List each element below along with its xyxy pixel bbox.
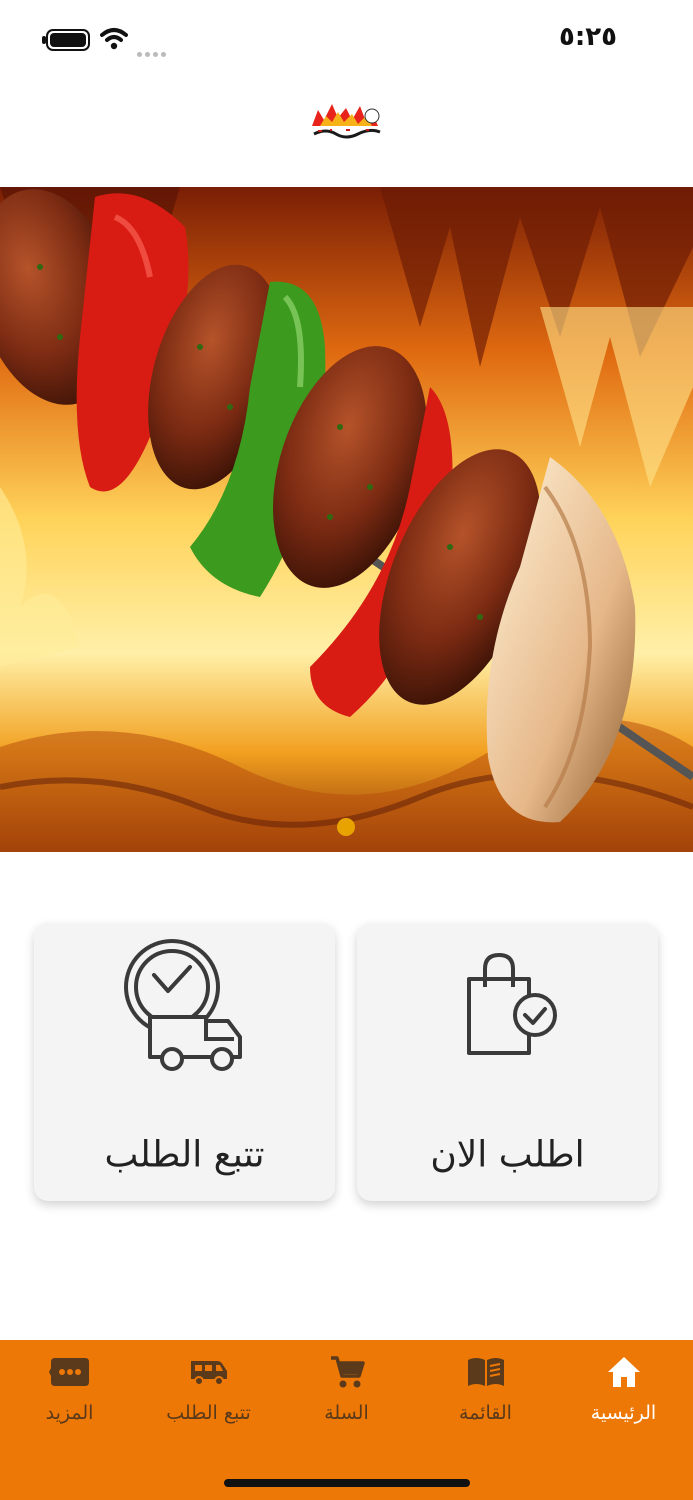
nav-label-more: المزيد (45, 1402, 94, 1424)
nav-item-cart[interactable]: السلة (277, 1340, 416, 1440)
status-bar: ٥:٢٥ (0, 0, 693, 80)
track-order-card[interactable]: تتبع الطلب (34, 923, 335, 1201)
clock-truck-icon (34, 931, 335, 1081)
order-now-label: اطلب الان (430, 1134, 585, 1176)
bottom-navigation: الرئيسية القائمة السلة تتبع الطلب المزيد (0, 1340, 693, 1500)
wifi-icon (100, 28, 128, 50)
home-icon (554, 1352, 693, 1392)
track-order-label: تتبع الطلب (104, 1134, 265, 1176)
nav-item-track-order[interactable]: تتبع الطلب (139, 1340, 278, 1440)
status-time: ٥:٢٥ (558, 22, 617, 52)
battery-icon (46, 29, 90, 51)
delivery-van-icon (139, 1352, 278, 1392)
nav-label-menu: القائمة (459, 1402, 512, 1424)
carousel-page-indicator[interactable] (337, 818, 355, 836)
signal-icon (137, 42, 171, 57)
order-now-card[interactable]: اطلب الان (357, 923, 658, 1201)
cart-icon (277, 1352, 416, 1392)
restaurant-logo (310, 104, 382, 139)
kebab-skewer-image (0, 187, 693, 852)
shopping-bag-check-icon (357, 931, 658, 1081)
nav-label-home: الرئيسية (590, 1402, 657, 1424)
home-indicator[interactable] (224, 1479, 470, 1487)
more-icon (0, 1352, 139, 1392)
home-screen: ٥:٢٥ تتبع الطلب اطلب الان الرئيسية القائ… (0, 0, 693, 1500)
hero-banner[interactable] (0, 187, 693, 852)
menu-book-icon (416, 1352, 555, 1392)
nav-item-menu[interactable]: القائمة (416, 1340, 555, 1440)
battery-cap (42, 36, 46, 44)
nav-item-home[interactable]: الرئيسية (554, 1340, 693, 1440)
nav-item-more[interactable]: المزيد (0, 1340, 139, 1440)
nav-label-cart: السلة (324, 1402, 369, 1424)
nav-label-track-order: تتبع الطلب (166, 1402, 251, 1424)
